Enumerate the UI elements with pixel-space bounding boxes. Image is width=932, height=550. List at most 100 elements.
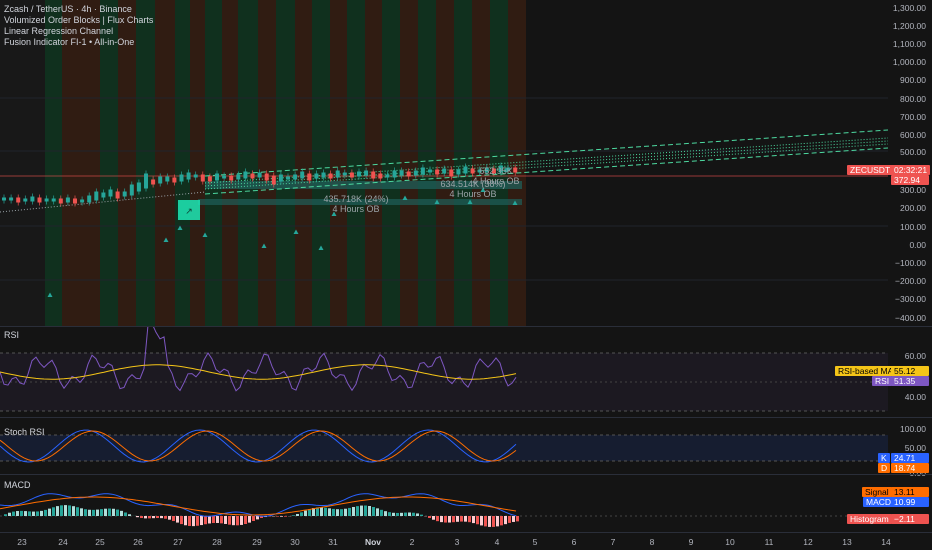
candle-body — [257, 172, 262, 178]
time-tick: 8 — [649, 537, 655, 547]
macd-histogram-bar — [280, 516, 283, 517]
legend-fusion[interactable]: Fusion Indicator FI-1 • All-in-One — [4, 37, 153, 48]
macd-histogram-bar — [36, 511, 39, 516]
macd-histogram-bar — [124, 512, 127, 516]
macd-histogram-bar — [236, 516, 239, 526]
session-stripe — [436, 0, 454, 326]
macd-histogram-bar — [404, 512, 407, 516]
macd-histogram-bar — [128, 514, 131, 516]
price-axis[interactable]: 1,300.00 1,200.00 1,100.00 1,000.00 900.… — [888, 0, 932, 326]
time-tick: 3 — [454, 537, 460, 547]
candle-body — [349, 172, 354, 178]
time-tick: 5 — [532, 537, 538, 547]
rsi-pane[interactable]: RSI — [0, 327, 888, 416]
candle-body — [449, 169, 454, 177]
rsi-title[interactable]: RSI — [4, 330, 19, 340]
price-tick: 100.00 — [900, 222, 926, 232]
macd-histogram-bar — [8, 512, 11, 516]
rsi-chart[interactable] — [0, 327, 888, 416]
macd-histogram-bar — [352, 506, 355, 516]
candle-body — [286, 176, 290, 180]
candle-body — [378, 173, 383, 179]
macd-histogram-bar — [72, 506, 75, 516]
stoch-chart[interactable] — [0, 418, 888, 473]
candle-body — [435, 169, 440, 175]
legend-order-blocks[interactable]: Volumized Order Blocks | Flux Charts — [4, 15, 153, 26]
candle-body — [300, 171, 305, 179]
candle-body — [385, 174, 390, 178]
macd-histogram-bar — [180, 516, 183, 525]
macd-title[interactable]: MACD — [4, 480, 31, 490]
candle-body — [158, 176, 163, 184]
legend-regression[interactable]: Linear Regression Channel — [4, 26, 153, 37]
macd-signal-name-tag: Signal — [862, 487, 892, 497]
candle-body — [30, 196, 35, 202]
time-tick: 12 — [803, 537, 813, 547]
session-stripe — [418, 0, 436, 326]
session-stripe — [347, 0, 365, 326]
session-stripe — [205, 0, 222, 326]
time-tick: 2 — [409, 537, 415, 547]
candle-body — [229, 175, 234, 181]
time-axis[interactable]: 23 24 25 26 27 28 29 30 31 Nov 2 3 4 5 6… — [0, 533, 890, 550]
macd-histogram-bar — [476, 516, 479, 525]
session-stripe — [62, 0, 100, 326]
last-price-tag: 372.94 — [891, 175, 929, 185]
stoch-title[interactable]: Stoch RSI — [4, 427, 45, 437]
session-stripe — [276, 0, 295, 326]
macd-pane[interactable]: MACD — [0, 475, 888, 532]
macd-histogram-bar — [208, 516, 211, 524]
macd-histogram-bar — [300, 512, 303, 516]
stoch-k-name-tag: K — [878, 453, 890, 463]
macd-histogram-bar — [16, 511, 19, 516]
macd-histogram-bar — [400, 512, 403, 516]
macd-histogram-bar — [232, 516, 235, 526]
price-tick: 0.00 — [909, 240, 926, 250]
macd-histogram-bar — [116, 509, 119, 516]
price-tick: 1,000.00 — [892, 57, 926, 67]
session-stripe — [45, 0, 62, 326]
macd-histogram-bar — [472, 516, 475, 524]
price-tick: 300.00 — [900, 185, 926, 195]
macd-chart[interactable] — [0, 475, 888, 532]
macd-histogram-bar — [428, 516, 431, 519]
time-tick: 24 — [58, 537, 68, 547]
session-stripe — [175, 0, 190, 326]
macd-histogram-bar — [200, 516, 203, 526]
candle-body — [364, 170, 369, 176]
candle-body — [321, 172, 326, 178]
candle-body — [23, 198, 28, 202]
macd-histogram-bar — [492, 516, 495, 527]
macd-histogram-bar — [4, 514, 7, 516]
candle-body — [115, 191, 120, 199]
session-stripe — [222, 0, 238, 326]
session-stripe — [400, 0, 418, 326]
macd-histogram-bar — [172, 516, 175, 522]
candle-body — [278, 174, 283, 182]
candle-body — [37, 197, 42, 203]
stoch-tick: 100.00 — [900, 424, 926, 434]
macd-histogram-bar — [248, 516, 251, 523]
session-stripe — [0, 0, 45, 326]
session-stripe — [365, 0, 382, 326]
macd-histogram-bar — [380, 509, 383, 516]
rsi-tick: 40.00 — [904, 392, 926, 402]
time-tick: 23 — [17, 537, 27, 547]
stoch-pane[interactable]: Stoch RSI — [0, 418, 888, 473]
macd-histogram-bar — [348, 507, 351, 516]
rsi-ma-name-tag: RSI-based MA — [835, 366, 897, 376]
candle-body — [151, 179, 156, 185]
legend-symbol[interactable]: Zcash / TetherUS · 4h · Binance — [4, 4, 153, 15]
macd-histogram-bar — [372, 507, 375, 516]
price-tick: −200.00 — [895, 276, 926, 286]
macd-histogram-bar — [88, 509, 91, 516]
price-chart[interactable]: ↗ — [0, 0, 888, 326]
candle-body — [65, 197, 70, 203]
candle-body — [144, 173, 148, 189]
price-pane[interactable]: ↗ Zcash / TetherUS · 4h · Binance Volumi… — [0, 0, 888, 326]
macd-histogram-bar — [256, 516, 259, 520]
macd-value-tag: 10.99 — [891, 497, 929, 507]
macd-histogram-bar — [64, 505, 67, 516]
candle-body — [413, 170, 418, 176]
macd-histogram-bar — [60, 505, 63, 516]
